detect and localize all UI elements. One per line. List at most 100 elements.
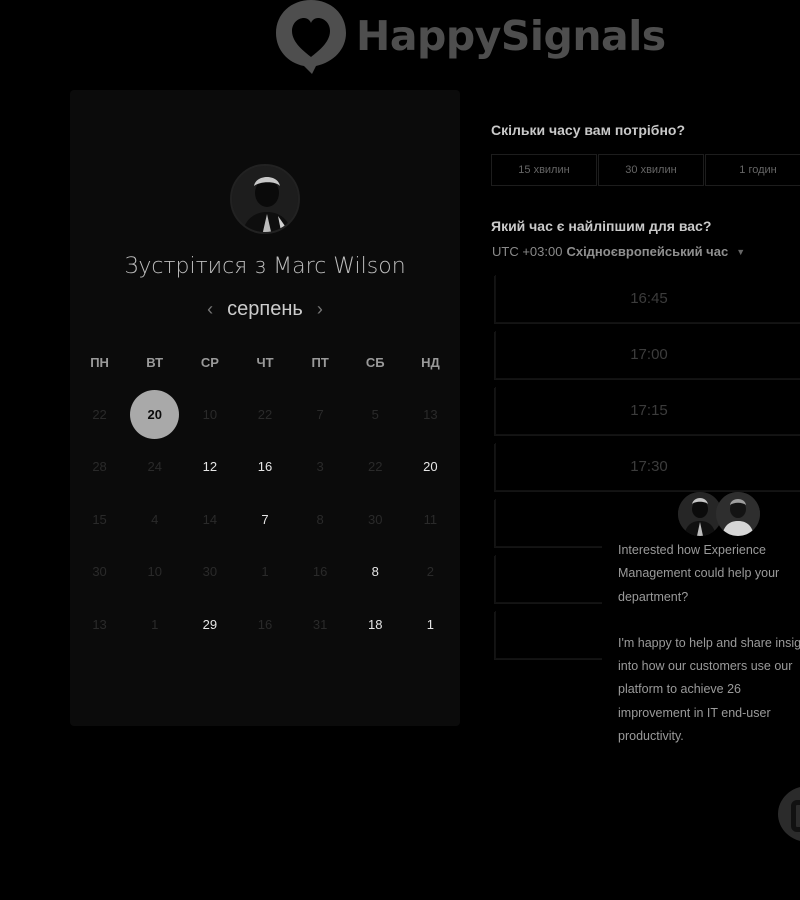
chat-bubble-icon[interactable]	[778, 786, 800, 842]
calendar-day-number: 16	[257, 616, 273, 632]
calendar-day-number: 22	[368, 459, 383, 475]
calendar-day: 22	[348, 441, 403, 494]
calendar-day: 22	[72, 388, 127, 441]
calendar-day: 16	[293, 546, 348, 599]
calendar-day-number: 7	[316, 406, 324, 422]
calendar-day: 4	[127, 493, 182, 546]
calendar-day[interactable]: 8	[348, 546, 403, 599]
calendar-day-number: 20	[130, 389, 180, 439]
calendar-day-number: 22	[92, 406, 107, 422]
calendar-day-selected[interactable]: 20	[127, 388, 182, 441]
calendar-day-number: 10	[147, 564, 162, 580]
time-slot-button[interactable]: 17:15	[495, 387, 800, 435]
calendar-day: 14	[182, 493, 237, 546]
calendar-day-number: 8	[316, 511, 324, 527]
calendar-day: 7	[293, 388, 348, 441]
weekday-label: НД	[421, 355, 440, 370]
calendar-day: 10	[127, 546, 182, 599]
calendar-day[interactable]: 29	[182, 598, 237, 651]
calendar-day-number: 18	[368, 616, 383, 632]
calendar-day[interactable]: 1	[403, 598, 458, 651]
weekday-header: ПН ВТ СР ЧТ ПТ СБ НД	[72, 355, 458, 370]
calendar-day-number: 15	[92, 511, 107, 527]
calendar-day-number: 1	[261, 564, 269, 580]
weekday-label: ПТ	[311, 355, 329, 370]
calendar-day: 8	[293, 493, 348, 546]
calendar-day: 1	[237, 546, 292, 599]
calendar-day: 28	[72, 441, 127, 494]
calendar-day-number: 30	[92, 564, 107, 580]
calendar-day-number: 29	[202, 616, 218, 632]
calendar-day-number: 13	[92, 616, 107, 632]
agent-avatar	[716, 492, 760, 536]
time-slot-button[interactable]: 17:00	[495, 331, 800, 379]
calendar-day: 15	[72, 493, 127, 546]
duration-question: Скільки часу вам потрібно?	[491, 122, 686, 138]
brand-logo[interactable]: HappySignals	[276, 0, 666, 76]
calendar-day: 31	[293, 598, 348, 651]
duration-option[interactable]: 15 хвилин	[491, 154, 597, 186]
calendar-day-number: 14	[202, 511, 218, 527]
calendar-day-number: 30	[202, 564, 218, 580]
calendar-day-number: 20	[423, 459, 438, 475]
weekday-label: СБ	[365, 355, 385, 370]
calendar-day-number: 28	[92, 459, 107, 475]
calendar-day-number: 5	[371, 406, 379, 422]
duration-option[interactable]: 30 хвилин	[598, 154, 704, 186]
calendar-day: 22	[237, 388, 292, 441]
calendar-day-number: 1	[151, 616, 159, 632]
brand-name: HappySignals	[356, 12, 666, 60]
calendar-day: 11	[403, 493, 458, 546]
time-slot-button[interactable]: 17:30	[495, 443, 800, 491]
calendar-day-number: 7	[261, 511, 269, 527]
calendar-day[interactable]: 20	[403, 441, 458, 494]
month-label: серпень	[227, 298, 303, 320]
month-navigation: ‹ серпень ›	[70, 298, 460, 321]
host-avatar	[230, 164, 300, 234]
weekday-label: ПН	[90, 355, 109, 370]
calendar-grid: 22 20 10 22 7 5 13 28 24 12 16 3 22 20 15 4 14 7 8 30 11 30 10…	[72, 388, 458, 651]
calendar-day: 13	[403, 388, 458, 441]
weekday-label: ВТ	[146, 355, 164, 370]
chat-message-intro: Interested how Experience Management cou…	[618, 543, 780, 604]
calendar-day: 30	[72, 546, 127, 599]
calendar-day: 5	[348, 388, 403, 441]
calendar-day: 1	[127, 598, 182, 651]
weekday-label: СР	[200, 355, 219, 370]
calendar-day: 30	[348, 493, 403, 546]
chat-message: Interested how Experience Management cou…	[618, 539, 800, 748]
caret-down-icon: ▼	[736, 246, 746, 257]
calendar-day: 10	[182, 388, 237, 441]
calendar-day: 16	[237, 598, 292, 651]
chat-message-body: I'm happy to help and share insight into…	[618, 635, 800, 744]
calendar-day-number: 31	[312, 616, 328, 632]
calendar-day-number: 4	[151, 511, 159, 527]
timezone-name: Східноєвропейський час	[566, 244, 729, 259]
timezone-select[interactable]: UTC +03:00 Східноєвропейський час ▼	[492, 244, 745, 259]
calendar-day-number: 16	[257, 459, 273, 475]
calendar-day-number: 3	[316, 459, 324, 475]
calendar-day[interactable]: 7	[237, 493, 292, 546]
chevron-right-icon[interactable]: ›	[317, 299, 323, 320]
timezone-offset: UTC +03:00	[492, 244, 563, 259]
calendar-day[interactable]: 16	[237, 441, 292, 494]
calendar-day: 2	[403, 546, 458, 599]
chevron-left-icon[interactable]: ‹	[207, 299, 213, 320]
calendar-day-number: 10	[202, 406, 218, 422]
calendar-day[interactable]: 18	[348, 598, 403, 651]
calendar-day-number: 2	[426, 564, 435, 580]
calendar-day: 3	[293, 441, 348, 494]
calendar-day-number: 16	[312, 564, 328, 580]
calendar-day: 13	[72, 598, 127, 651]
calendar-day[interactable]: 12	[182, 441, 237, 494]
heart-speech-bubble-icon	[276, 0, 346, 76]
duration-option[interactable]: 1 годин	[705, 154, 800, 186]
time-slot-button[interactable]: 16:45	[495, 275, 800, 323]
calendar-day-number: 11	[423, 511, 438, 527]
calendar-day-number: 24	[147, 459, 162, 475]
meeting-title: Зустрітися з Marc Wilson	[124, 254, 406, 279]
calendar-day: 30	[182, 546, 237, 599]
calendar-day-number: 22	[257, 406, 273, 422]
calendar-card: Зустрітися з Marc Wilson ‹ серпень › ПН В…	[70, 90, 460, 726]
calendar-day-number: 30	[368, 511, 383, 527]
